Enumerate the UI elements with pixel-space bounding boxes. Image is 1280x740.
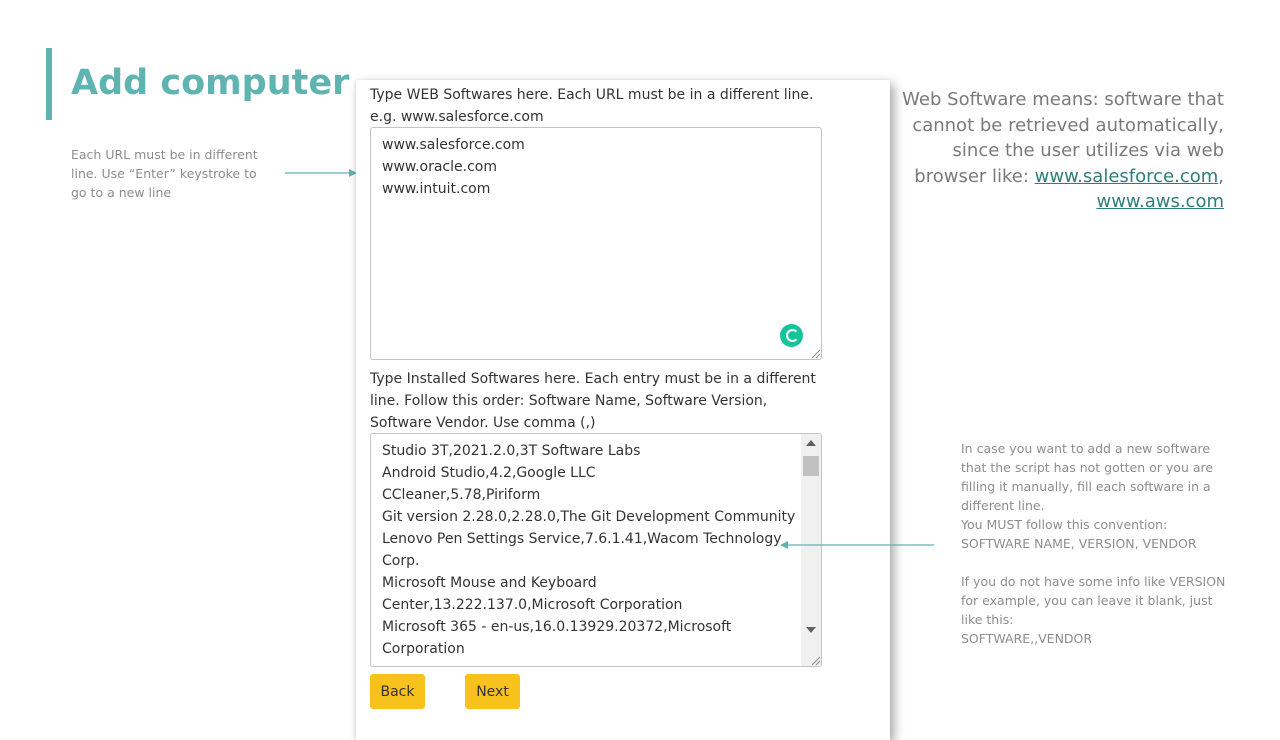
textarea-line: www.intuit.com <box>382 181 491 197</box>
textarea-line: Git version 2.28.0,2.28.0,The Git Develo… <box>382 509 796 525</box>
resize-grip-icon[interactable] <box>811 349 820 358</box>
arrow-icon <box>285 169 357 177</box>
installed-software-textarea[interactable]: Studio 3T,2021.2.0,3T Software Labs Andro… <box>370 433 822 667</box>
grammarly-icon[interactable] <box>780 324 803 347</box>
add-computer-form: Type WEB Softwares here. Each URL must b… <box>356 80 890 740</box>
scroll-thumb[interactable] <box>803 456 819 476</box>
web-software-note: Web Software means: software that cannot… <box>900 87 1224 215</box>
textarea-line: Android Studio,4.2,Google LLC <box>382 465 596 481</box>
installed-software-lines: Studio 3T,2021.2.0,3T Software Labs Andro… <box>382 440 797 660</box>
url-instruction-note: Each URL must be in different line. Use … <box>71 147 258 200</box>
textarea-line: Microsoft 365 - en-us,16.0.13929.20372,M… <box>382 619 732 657</box>
installed-software-label: Type Installed Softwares here. Each entr… <box>370 371 816 431</box>
textarea-line: Lenovo Pen Settings Service,7.6.1.41,Wac… <box>382 531 782 569</box>
note-paragraph: You MUST follow this convention: <box>961 517 1168 532</box>
textarea-line: www.oracle.com <box>382 159 497 175</box>
arrow-icon <box>780 541 934 549</box>
resize-grip-icon[interactable] <box>811 656 820 665</box>
page-title: Add computer <box>71 63 350 103</box>
web-software-lines: www.salesforce.com www.oracle.com www.intu… <box>382 134 797 200</box>
web-software-label: Type WEB Softwares here. Each URL must b… <box>370 87 814 125</box>
note-example: SOFTWARE,,VENDOR <box>961 631 1093 646</box>
scroll-up-arrow-icon[interactable] <box>806 440 816 446</box>
textarea-line: Microsoft Mouse and Keyboard Center,13.2… <box>382 575 683 613</box>
installed-software-note: In case you want to add a new software t… <box>961 439 1231 648</box>
note-paragraph: If you do not have some info like VERSIO… <box>961 574 1226 627</box>
next-button[interactable]: Next <box>465 674 520 709</box>
textarea-line: Studio 3T,2021.2.0,3T Software Labs <box>382 443 641 459</box>
scroll-down-arrow-icon[interactable] <box>806 627 816 633</box>
textarea-line: www.salesforce.com <box>382 137 525 153</box>
back-button[interactable]: Back <box>370 674 425 709</box>
web-software-textarea[interactable]: www.salesforce.com www.oracle.com www.intu… <box>370 127 822 360</box>
link-separator: , <box>1218 165 1224 187</box>
note-paragraph: In case you want to add a new software t… <box>961 441 1214 513</box>
textarea-line: CCleaner,5.78,Piriform <box>382 487 541 503</box>
note-convention: SOFTWARE NAME, VERSION, VENDOR <box>961 536 1197 551</box>
aws-link[interactable]: www.aws.com <box>1096 191 1224 212</box>
salesforce-link[interactable]: www.salesforce.com <box>1035 166 1219 187</box>
title-accent-bar <box>46 48 52 120</box>
